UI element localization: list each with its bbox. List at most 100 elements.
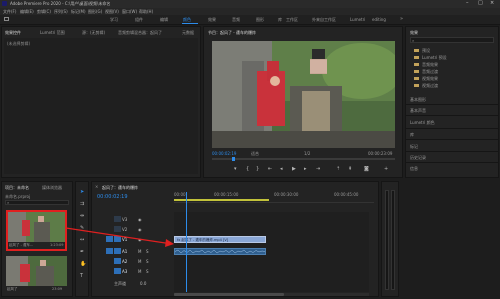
panel-divider	[406, 128, 498, 129]
close-button[interactable]: ×	[490, 0, 500, 8]
work-area-bar[interactable]	[174, 199, 269, 201]
track-header-master[interactable]: 主声道 0.0	[92, 280, 174, 287]
workspace-tab-audio[interactable]: 音频	[232, 17, 240, 23]
no-clip-placeholder: (未选择剪辑)	[7, 41, 31, 46]
lift-icon[interactable]: ⇡	[336, 167, 340, 172]
overflow-chevron-icon[interactable]: »	[400, 16, 403, 22]
effects-search-field[interactable]: ⌕	[410, 37, 494, 43]
panel-history[interactable]: 历史记录	[410, 155, 426, 161]
program-monitor: 节目：起风了 - 遭车的爆炸 00:00:02:19 适合 1/2 00:00:…	[203, 26, 403, 178]
panel-essential-graphics[interactable]: 基本图形	[410, 97, 426, 103]
timeline-tracks-area[interactable]: fx 起风了 - 遭车的爆炸.mp4 [V]	[174, 192, 369, 292]
folder-icon	[414, 49, 419, 52]
go-to-in-icon[interactable]: ⇤	[268, 167, 272, 172]
tab-program[interactable]: 节目：起风了 - 遭车的爆炸	[208, 30, 256, 36]
empty-area	[401, 181, 499, 297]
workspace-tab-learn[interactable]: 学习	[110, 17, 118, 23]
timeline-ruler[interactable]: 00:00 00:00:15:00 00:00:30:00 00:00:45:0…	[174, 192, 374, 203]
clip-thumbnail	[6, 256, 67, 286]
effects-panel: 效果 ⌕ 预设 Lumetri 预设 音频效果 音频过渡 视频效果 视频过渡 基…	[405, 26, 499, 178]
tab-project[interactable]: 项目：未命名	[5, 185, 29, 191]
close-tab-icon[interactable]: ×	[95, 184, 98, 189]
folder-icon	[414, 56, 419, 59]
workspace-tab-external[interactable]: 外来自工作区	[312, 17, 336, 23]
scrollbar-thumb[interactable]	[174, 293, 284, 296]
home-icon[interactable]	[4, 17, 9, 21]
meter-right	[391, 190, 395, 290]
ripple-edit-tool-icon[interactable]: ⇹	[80, 214, 84, 219]
audio-clip[interactable]	[174, 248, 266, 255]
tab-media-browser[interactable]: 媒体浏览器	[42, 185, 62, 191]
folder-icon	[414, 77, 419, 80]
export-frame-icon[interactable]: ◙	[364, 167, 369, 172]
panel-markers[interactable]: 标记	[410, 144, 418, 150]
ruler-label: 00:00:15:00	[214, 192, 239, 197]
program-scrubber[interactable]	[212, 157, 395, 161]
workspace-tab-lumetri[interactable]: Lumetri	[350, 17, 365, 22]
play-icon[interactable]: ▶	[292, 167, 296, 172]
transport-controls: ▾ { } ⇤ ◂ ▶ ▸ ⇥ ⇡ ⇞ ◙ +	[224, 167, 394, 175]
side-panels-list: 基本图形 基本声音 Lumetri 颜色 库 标记 历史记录 信息	[406, 97, 498, 177]
solo-icon[interactable]: S	[146, 269, 149, 274]
hand-tool-icon[interactable]: ✋	[80, 262, 86, 267]
fit-dropdown[interactable]: 适合	[251, 151, 259, 157]
ruler-label: 00:00:30:00	[274, 192, 299, 197]
workspace-tab-editing[interactable]: editing	[372, 17, 386, 22]
panel-lumetri-color[interactable]: Lumetri 颜色	[410, 120, 435, 126]
resolution-dropdown[interactable]: 1/2	[304, 151, 310, 156]
maximize-button[interactable]: □	[478, 0, 488, 8]
panel-info[interactable]: 信息	[410, 166, 418, 172]
tab-audio-clip-mixer[interactable]: 音频剪辑混合器：起风了	[118, 30, 162, 36]
effects-tree: 预设 Lumetri 预设 音频效果 音频过渡 视频效果 视频过渡	[410, 47, 496, 89]
add-button-icon[interactable]: +	[384, 167, 388, 172]
active-workspace-underline	[182, 23, 198, 24]
track-select-tool-icon[interactable]: ⇉	[80, 202, 84, 207]
folder-icon	[414, 84, 419, 87]
workspace-tab-graphics[interactable]: 图形	[256, 17, 264, 23]
extract-icon[interactable]: ⇞	[348, 167, 352, 172]
panel-divider	[406, 115, 498, 116]
track-target-a3[interactable]	[114, 268, 121, 274]
minimize-button[interactable]: –	[466, 0, 476, 8]
project-clip-item[interactable]: 起风了 23:09	[6, 256, 67, 292]
go-to-out-icon[interactable]: ⇥	[316, 167, 320, 172]
mark-in-icon[interactable]: {	[246, 167, 249, 172]
workspace-tab-workspace[interactable]: 工作区	[286, 17, 298, 23]
selection-tool-icon[interactable]: ➤	[80, 190, 84, 195]
timeline-timecode[interactable]: 00:00:02:19	[97, 194, 128, 200]
program-playhead[interactable]	[232, 157, 235, 161]
step-back-icon[interactable]: ◂	[280, 167, 283, 172]
panel-divider	[406, 104, 498, 105]
workspace-tab-effects[interactable]: 效果	[208, 17, 216, 23]
timeline-scrollbar[interactable]	[174, 293, 369, 296]
ruler-label: 00:00:45:00	[334, 192, 359, 197]
track-header-a3[interactable]: A3 M S	[92, 268, 174, 275]
workspace-tab-libraries[interactable]: 库	[278, 17, 282, 23]
workspace-tab-edit[interactable]: 编辑	[160, 17, 168, 23]
workspace-bar: 学习 组件 编辑 颜色 效果 音频 图形 库 工作区 外来自工作区 Lumetr…	[0, 15, 500, 25]
tab-metadata[interactable]: 元数据	[182, 30, 194, 36]
project-clip-item[interactable]: 起风了 - 遭车... 1:23:09	[6, 210, 67, 251]
step-forward-icon[interactable]: ▸	[304, 167, 307, 172]
tab-effect-controls[interactable]: 效果控件	[5, 30, 21, 36]
panel-essential-sound[interactable]: 基本声音	[410, 108, 426, 114]
panel-divider	[406, 139, 498, 140]
mute-icon[interactable]: M	[138, 269, 141, 274]
tab-source[interactable]: 源：(无剪辑)	[82, 30, 105, 36]
app-logo-icon	[2, 1, 7, 6]
clip-duration: 23:09	[52, 287, 63, 291]
video-clip[interactable]: fx 起风了 - 遭车的爆炸.mp4 [V]	[174, 236, 266, 243]
program-current-timecode[interactable]: 00:00:02:19	[212, 151, 236, 156]
type-tool-icon[interactable]: T	[80, 274, 83, 279]
folder-icon	[414, 70, 419, 73]
tab-timeline-sequence[interactable]: 起风了：遭车的爆炸	[102, 185, 138, 191]
clip-thumbnail	[8, 212, 65, 242]
mark-out-icon[interactable]: }	[256, 167, 259, 172]
timeline-playhead[interactable]	[186, 192, 187, 292]
panel-libraries[interactable]: 库	[410, 132, 414, 138]
add-marker-icon[interactable]: ▾	[234, 167, 237, 172]
effects-panel-title: 效果	[410, 30, 418, 35]
tab-lumetri-scopes[interactable]: Lumetri 范围	[40, 30, 65, 36]
project-search-field[interactable]: ⌕	[5, 200, 69, 205]
workspace-tab-assembly[interactable]: 组件	[135, 17, 143, 23]
